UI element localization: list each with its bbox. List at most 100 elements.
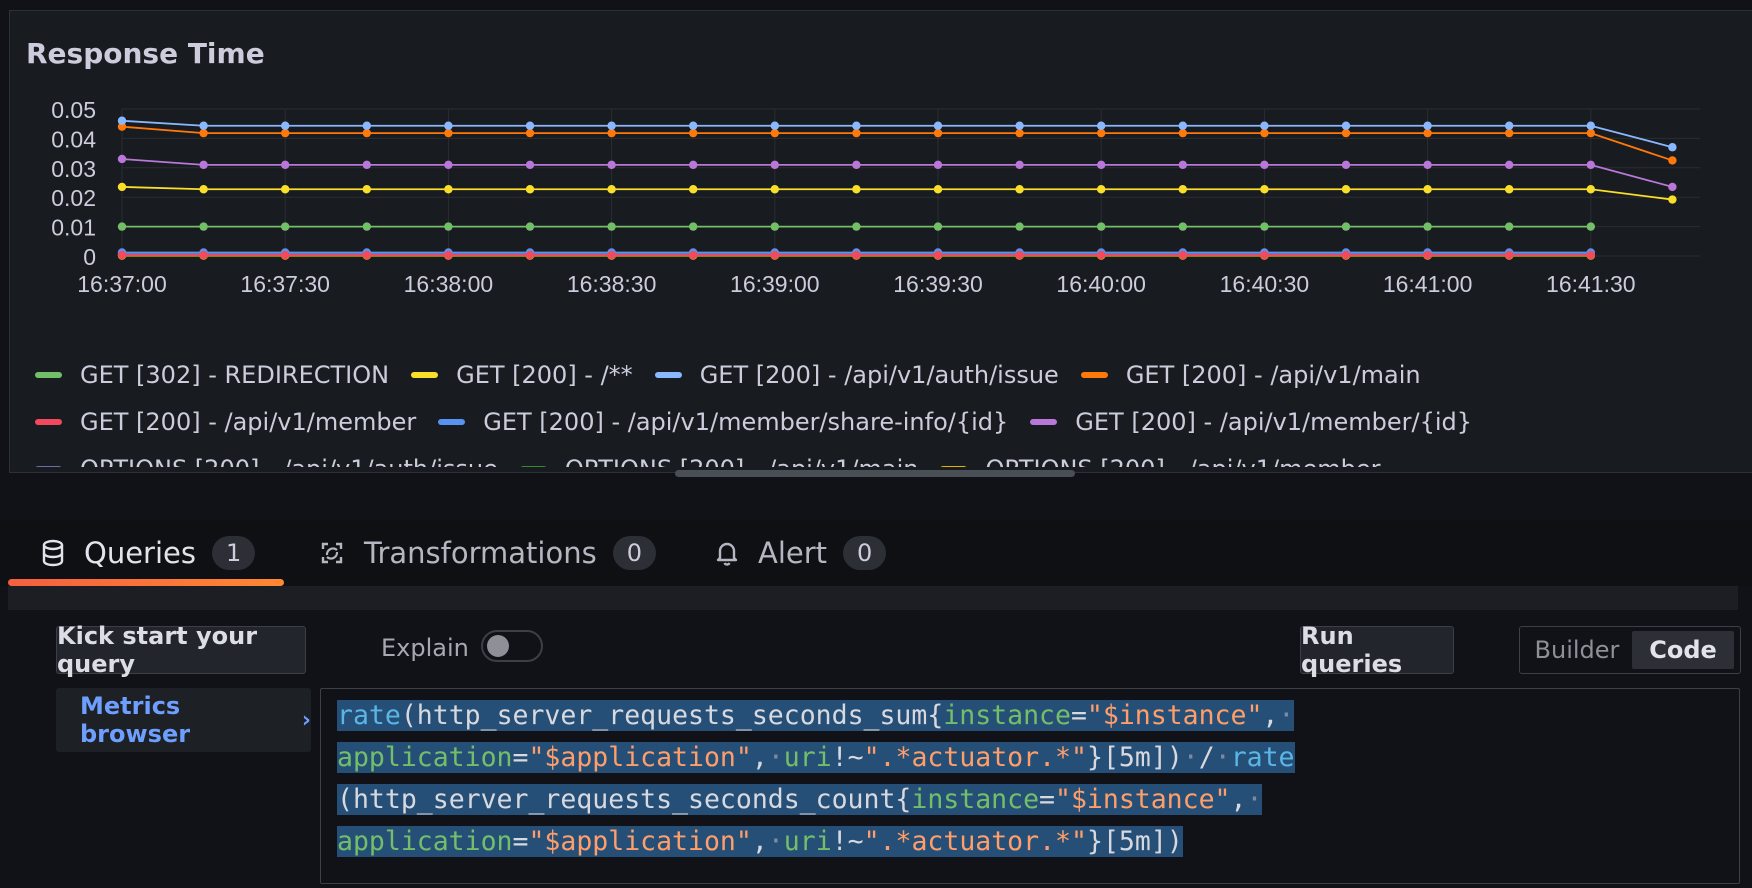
data-point: [1341, 222, 1351, 231]
legend-item[interactable]: GET [200] - /api/v1/main: [1080, 361, 1421, 389]
data-point: [362, 185, 371, 194]
data-point: [1260, 185, 1269, 194]
tab-queries[interactable]: Queries 1: [40, 520, 256, 586]
legend-item[interactable]: GET [200] - /api/v1/auth/issue: [654, 360, 1059, 389]
legend-item[interactable]: GET [200] - /api/v1/member: [35, 408, 416, 436]
query-tabs: Queries 1 Transformations 0 Alert 0: [0, 520, 1752, 586]
tab-count-badge: 0: [843, 536, 887, 570]
tab-count-badge: 1: [211, 536, 256, 570]
selected-text: (http_server_requests_seconds_count{inst…: [337, 784, 1263, 815]
legend-item[interactable]: GET [302] - REDIRECTION: [35, 361, 389, 389]
code-line: (http_server_requests_seconds_count{inst…: [337, 779, 1263, 821]
data-point: [1097, 121, 1106, 130]
data-point: [1178, 128, 1188, 138]
data-point: [117, 222, 127, 231]
legend-item[interactable]: OPTIONS [200] - /api/v1/auth/issue: [35, 455, 498, 467]
data-point: [933, 128, 943, 138]
data-point: [607, 185, 616, 194]
legend-row: GET [200] - /api/v1/member GET [200] - /a…: [35, 398, 1735, 445]
legend-item[interactable]: GET [200] - /**: [411, 361, 633, 389]
data-point: [770, 222, 779, 231]
response-time-chart: 0.05 0.04 0.03 0.02 0.01 016:37:00 16:37:30 16:…: [51, 97, 1700, 297]
kick-start-query-button[interactable]: Kick start your query: [56, 622, 306, 678]
data-point: [1423, 185, 1432, 194]
tab-transformations[interactable]: Transformations 0: [318, 520, 656, 586]
y-tick-label: 0.03: [51, 156, 96, 182]
x-tick-label: 16:37:00: [77, 271, 167, 297]
legend-scrollbar[interactable]: [675, 470, 1075, 477]
legend-label: GET [302] - REDIRECTION: [80, 360, 390, 389]
data-point: [933, 121, 943, 130]
data-point: [1341, 128, 1351, 138]
data-point: [362, 128, 371, 138]
legend-swatch: [940, 465, 968, 467]
transform-icon: [321, 542, 343, 564]
y-tick-label: 0.01: [51, 215, 96, 241]
data-point: [1178, 222, 1188, 231]
data-point: [852, 121, 861, 130]
run-queries-button[interactable]: Run queries: [1300, 622, 1454, 678]
selected-text: rate(http_server_requests_seconds_sum{in…: [337, 700, 1295, 731]
data-point: [1423, 160, 1432, 170]
query-code-input[interactable]: rate(http_server_requests_seconds_sum{in…: [320, 688, 1740, 884]
data-point: [1423, 250, 1432, 260]
explain-toggle[interactable]: [481, 630, 543, 662]
data-point: [444, 185, 453, 194]
metrics-browser-button[interactable]: Metrics browser ›: [56, 688, 311, 752]
legend-item[interactable]: GET [200] - /api/v1/member/share-info/{i…: [438, 408, 1008, 436]
data-point: [689, 160, 698, 170]
data-point: [281, 250, 290, 260]
data-point: [281, 121, 290, 130]
data-point: [933, 250, 943, 260]
data-point: [362, 121, 371, 130]
legend-label: OPTIONS [200] - /api/v1/main: [565, 455, 919, 468]
series-line: [121, 158, 1673, 188]
data-point: [1668, 195, 1677, 204]
selected-text: application="$application",·uri!~".*actu…: [337, 826, 1183, 857]
legend-swatch: [35, 418, 62, 425]
data-point: [1586, 128, 1596, 138]
legend-label: OPTIONS [200] - /api/v1/member: [985, 455, 1380, 468]
legend-item[interactable]: OPTIONS [200] - /api/v1/main: [519, 455, 919, 468]
mode-builder-button[interactable]: Builder: [1524, 631, 1630, 669]
legend-item[interactable]: GET [200] - /api/v1/member/{id}: [1030, 408, 1472, 436]
mode-code-button[interactable]: Code: [1632, 631, 1734, 669]
data-point: [1505, 185, 1514, 194]
data-point: [1178, 121, 1188, 130]
data-point: [1423, 121, 1432, 130]
data-point: [1097, 128, 1106, 138]
tab-label: Queries: [84, 536, 196, 570]
chart-legend: GET [302] - REDIRECTION GET [200] - /** GE…: [35, 351, 1735, 467]
data-point: [1015, 121, 1024, 130]
y-tick-label: 0.02: [51, 185, 96, 211]
x-tick-label: 16:41:00: [1383, 271, 1473, 297]
data-point: [607, 160, 616, 170]
data-point: [525, 250, 535, 260]
legend-row: OPTIONS [200] - /api/v1/auth/issue OPTION…: [35, 445, 1735, 467]
tab-alert[interactable]: Alert 0: [714, 520, 887, 586]
data-point: [117, 154, 127, 164]
legend-label: GET [200] - /api/v1/auth/issue: [699, 360, 1059, 389]
data-point: [933, 222, 943, 231]
data-point: [1586, 185, 1596, 194]
series-line: [121, 125, 1673, 162]
data-point: [199, 160, 208, 170]
data-point: [117, 250, 127, 260]
legend-swatch: [1080, 371, 1108, 378]
data-point: [1586, 250, 1596, 260]
legend-item[interactable]: OPTIONS [200] - /api/v1/member: [940, 455, 1380, 468]
y-tick-label: 0.04: [51, 126, 96, 152]
response-time-panel: Response Time 0.05 0.04 0.03 0.02 0.01 0 16:37…: [9, 10, 1752, 473]
legend-swatch: [35, 465, 62, 467]
x-tick-label: 16:37:30: [240, 271, 330, 297]
data-point: [770, 121, 779, 130]
y-tick-label: 0.05: [51, 97, 96, 123]
x-tick-label: 16:40:00: [1056, 271, 1146, 297]
data-point: [689, 250, 698, 260]
editor-mode-switch: Builder Code: [1519, 626, 1741, 674]
data-point: [444, 121, 453, 130]
data-point: [525, 185, 535, 194]
x-tick-label: 16:40:30: [1220, 271, 1310, 297]
data-point: [199, 185, 208, 194]
data-point: [1260, 128, 1269, 138]
